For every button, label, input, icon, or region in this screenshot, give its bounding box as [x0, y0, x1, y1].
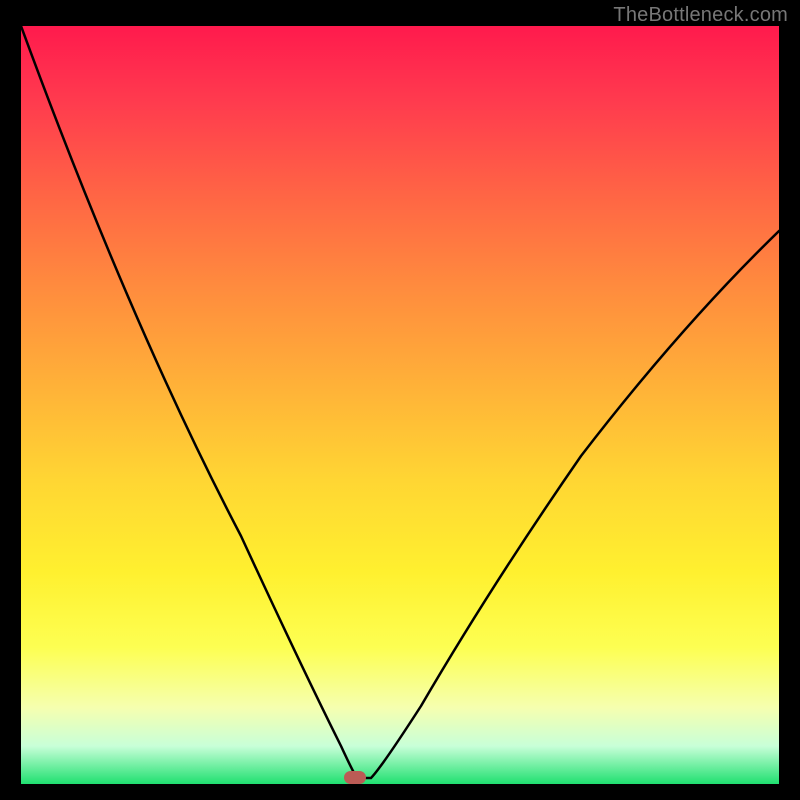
chart-container: TheBottleneck.com: [0, 0, 800, 800]
optimal-marker: [344, 771, 366, 784]
bottleneck-curve: [21, 26, 779, 778]
watermark-text: TheBottleneck.com: [613, 4, 788, 27]
curve-svg: [21, 26, 779, 784]
plot-area: [21, 26, 779, 784]
